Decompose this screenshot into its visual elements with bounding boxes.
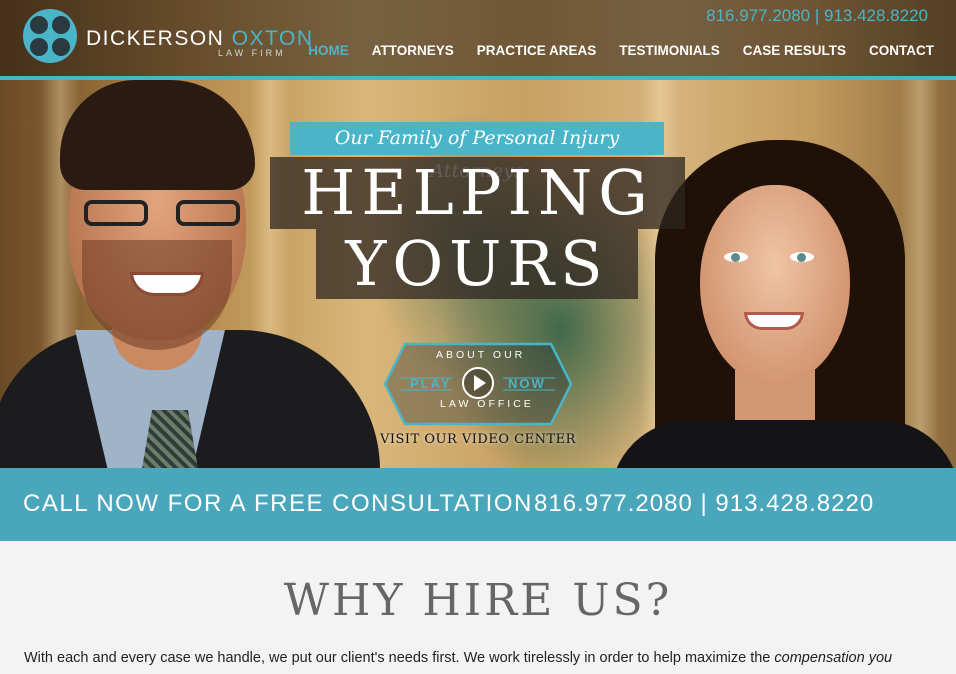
- main-nav: HOME ATTORNEYS PRACTICE AREAS TESTIMONIA…: [308, 43, 934, 58]
- consultation-bar: CALL NOW FOR A FREE CONSULTATION 816.977…: [0, 468, 956, 541]
- logo-name-first: DICKERSON: [86, 27, 225, 50]
- nav-testimonials[interactable]: TESTIMONIALS: [619, 43, 720, 58]
- background-column: [900, 80, 940, 470]
- attorney-woman-face: [700, 185, 850, 385]
- hero-tagline: Our Family of Personal Injury Attorneys: [290, 122, 664, 182]
- badge-play-text[interactable]: PLAY: [410, 376, 451, 391]
- nav-attorneys[interactable]: ATTORNEYS: [372, 43, 454, 58]
- why-body: With each and every case we handle, we p…: [24, 650, 944, 666]
- attorney-woman-smile: [744, 312, 804, 330]
- attorney-man-hair: [60, 80, 255, 190]
- badge-now-text[interactable]: NOW: [508, 376, 546, 391]
- attorney-woman-eye: [790, 252, 814, 262]
- header-phone[interactable]: 816.977.2080 | 913.428.8220: [706, 6, 928, 26]
- why-title: WHY HIRE US?: [283, 575, 673, 626]
- nav-practice-areas[interactable]: PRACTICE AREAS: [477, 43, 597, 58]
- site-header: DICKERSON OXTON LAW FIRM 816.977.2080 | …: [0, 0, 956, 77]
- logo-name-second: OXTON: [231, 27, 314, 50]
- hero-headline-line2: YOURS: [316, 229, 638, 299]
- attorney-woman-jacket: [610, 420, 956, 470]
- badge-top-text: ABOUT OUR: [436, 349, 526, 361]
- badge-bottom-text: LAW OFFICE: [440, 398, 534, 410]
- why-body-text: With each and every case we handle, we p…: [24, 650, 775, 666]
- attorney-man-glasses: [84, 200, 250, 226]
- nav-case-results[interactable]: CASE RESULTS: [743, 43, 846, 58]
- nav-contact[interactable]: CONTACT: [869, 43, 934, 58]
- cta-text: CALL NOW FOR A FREE CONSULTATION: [23, 490, 533, 517]
- attorney-woman-eye: [724, 252, 748, 262]
- why-body-emphasis: compensation you: [774, 650, 893, 666]
- logo-icon[interactable]: [22, 8, 78, 64]
- logo-subtitle: LAW FIRM: [218, 48, 286, 58]
- cta-phones[interactable]: 816.977.2080 | 913.428.8220: [534, 490, 874, 518]
- hero-headline-line1: HELPING: [270, 157, 685, 229]
- play-icon[interactable]: [462, 367, 494, 399]
- nav-home[interactable]: HOME: [308, 43, 349, 58]
- video-center-link[interactable]: VISIT OUR VIDEO CENTER: [380, 432, 576, 447]
- header-divider: [0, 76, 956, 80]
